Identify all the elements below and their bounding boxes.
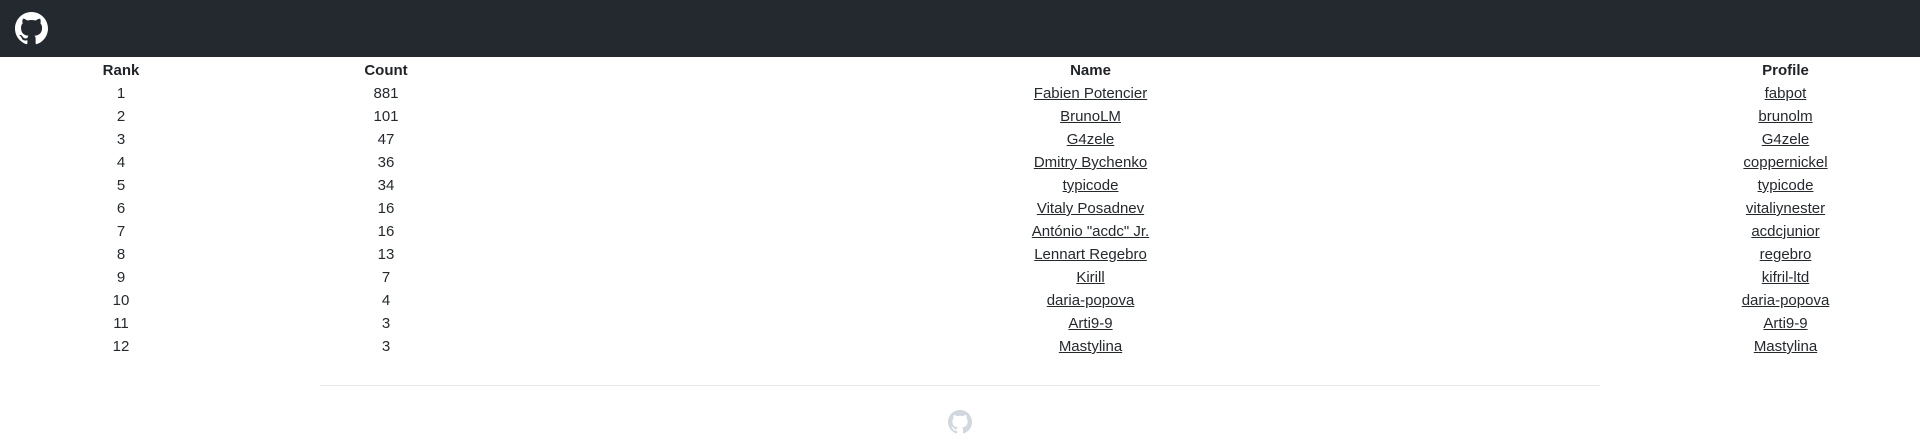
name-cell: Kirill [530, 266, 1651, 289]
name-link[interactable]: daria-popova [1047, 292, 1135, 309]
top-navbar [0, 0, 1920, 57]
column-header-name: Name [1070, 62, 1111, 79]
profile-cell: Mastylina [1651, 335, 1920, 358]
profile-cell: regebro [1651, 243, 1920, 266]
count-cell: 34 [377, 177, 395, 194]
name-link[interactable]: Dmitry Bychenko [1034, 154, 1147, 171]
name-link[interactable]: Mastylina [1059, 338, 1122, 355]
profile-cell: fabpot [1651, 82, 1920, 105]
name-cell: daria-popova [530, 289, 1651, 312]
count-cell: 4 [381, 292, 391, 309]
rank-cell: 8 [116, 246, 126, 263]
profile-link[interactable]: acdcjunior [1751, 223, 1819, 240]
count-cell: 36 [377, 154, 395, 171]
name-cell: Lennart Regebro [530, 243, 1651, 266]
table-row: 6 16 Vitaly Posadnev vitaliynester [0, 197, 1920, 220]
name-cell: Mastylina [530, 335, 1651, 358]
profile-cell: coppernickel [1651, 151, 1920, 174]
column-header-rank: Rank [102, 62, 140, 79]
count-cell: 881 [373, 85, 399, 102]
table-row: 1 881 Fabien Potencier fabpot [0, 82, 1920, 105]
rank-cell: 2 [116, 108, 126, 125]
rank-cell: 5 [116, 177, 126, 194]
rank-cell: 6 [116, 200, 126, 217]
profile-link[interactable]: fabpot [1765, 85, 1807, 102]
profile-link[interactable]: regebro [1760, 246, 1812, 263]
table-row: 10 4 daria-popova daria-popova [0, 289, 1920, 312]
table-row: 11 3 Arti9-9 Arti9-9 [0, 312, 1920, 335]
rank-cell: 11 [113, 315, 129, 332]
table-body: 1 881 Fabien Potencier fabpot 2 101 BrunoLM bru… [0, 82, 1920, 358]
rank-cell: 1 [116, 85, 126, 102]
rank-cell: 7 [116, 223, 126, 240]
name-link[interactable]: G4zele [1067, 131, 1115, 148]
name-link[interactable]: Lennart Regebro [1034, 246, 1147, 263]
name-link[interactable]: BrunoLM [1060, 108, 1121, 125]
count-cell: 16 [377, 200, 395, 217]
column-header-profile: Profile [1762, 62, 1809, 79]
column-header-count: Count [364, 62, 408, 79]
profile-link[interactable]: Arti9-9 [1763, 315, 1807, 332]
name-link[interactable]: António "acdc" Jr. [1032, 223, 1149, 240]
profile-link[interactable]: brunolm [1758, 108, 1812, 125]
name-cell: Arti9-9 [530, 312, 1651, 335]
profile-link[interactable]: vitaliynester [1746, 200, 1825, 217]
profile-link[interactable]: daria-popova [1742, 292, 1830, 309]
rank-cell: 3 [116, 131, 126, 148]
count-cell: 7 [381, 269, 391, 286]
table-row: 8 13 Lennart Regebro regebro [0, 243, 1920, 266]
name-cell: António "acdc" Jr. [530, 220, 1651, 243]
profile-cell: typicode [1651, 174, 1920, 197]
table-row: 3 47 G4zele G4zele [0, 128, 1920, 151]
contributors-table: Rank Count Name Profile 1 881 Fabien Poten… [0, 59, 1920, 358]
profile-cell: daria-popova [1651, 289, 1920, 312]
table-row: 4 36 Dmitry Bychenko coppernickel [0, 151, 1920, 174]
count-cell: 101 [373, 108, 399, 125]
name-link[interactable]: Fabien Potencier [1034, 85, 1147, 102]
profile-link[interactable]: G4zele [1762, 131, 1810, 148]
rank-cell: 9 [116, 269, 126, 286]
table-row: 7 16 António "acdc" Jr. acdcjunior [0, 220, 1920, 243]
footer [0, 410, 1920, 434]
name-cell: Vitaly Posadnev [530, 197, 1651, 220]
profile-link[interactable]: kifril-ltd [1762, 269, 1810, 286]
profile-link[interactable]: Mastylina [1754, 338, 1817, 355]
profile-cell: brunolm [1651, 105, 1920, 128]
profile-cell: vitaliynester [1651, 197, 1920, 220]
count-cell: 13 [377, 246, 395, 263]
name-cell: G4zele [530, 128, 1651, 151]
profile-cell: G4zele [1651, 128, 1920, 151]
table-row: 2 101 BrunoLM brunolm [0, 105, 1920, 128]
count-cell: 3 [381, 315, 391, 332]
profile-link[interactable]: coppernickel [1743, 154, 1827, 171]
rank-cell: 10 [112, 292, 130, 309]
profile-cell: kifril-ltd [1651, 266, 1920, 289]
github-footer-logo-icon[interactable] [948, 410, 972, 434]
rank-cell: 4 [116, 154, 126, 171]
github-logo-icon[interactable] [15, 12, 48, 45]
footer-divider [320, 385, 1600, 386]
count-cell: 16 [377, 223, 395, 240]
profile-link[interactable]: typicode [1758, 177, 1814, 194]
name-cell: BrunoLM [530, 105, 1651, 128]
name-cell: Dmitry Bychenko [530, 151, 1651, 174]
profile-cell: acdcjunior [1651, 220, 1920, 243]
rank-cell: 12 [112, 338, 130, 355]
table-row: 5 34 typicode typicode [0, 174, 1920, 197]
table-header-row: Rank Count Name Profile [0, 59, 1920, 82]
name-cell: typicode [530, 174, 1651, 197]
table-row: 12 3 Mastylina Mastylina [0, 335, 1920, 358]
name-link[interactable]: Kirill [1076, 269, 1104, 286]
name-link[interactable]: Arti9-9 [1068, 315, 1112, 332]
name-link[interactable]: typicode [1063, 177, 1119, 194]
profile-cell: Arti9-9 [1651, 312, 1920, 335]
name-link[interactable]: Vitaly Posadnev [1037, 200, 1144, 217]
name-cell: Fabien Potencier [530, 82, 1651, 105]
count-cell: 3 [381, 338, 391, 355]
count-cell: 47 [377, 131, 395, 148]
table-row: 9 7 Kirill kifril-ltd [0, 266, 1920, 289]
